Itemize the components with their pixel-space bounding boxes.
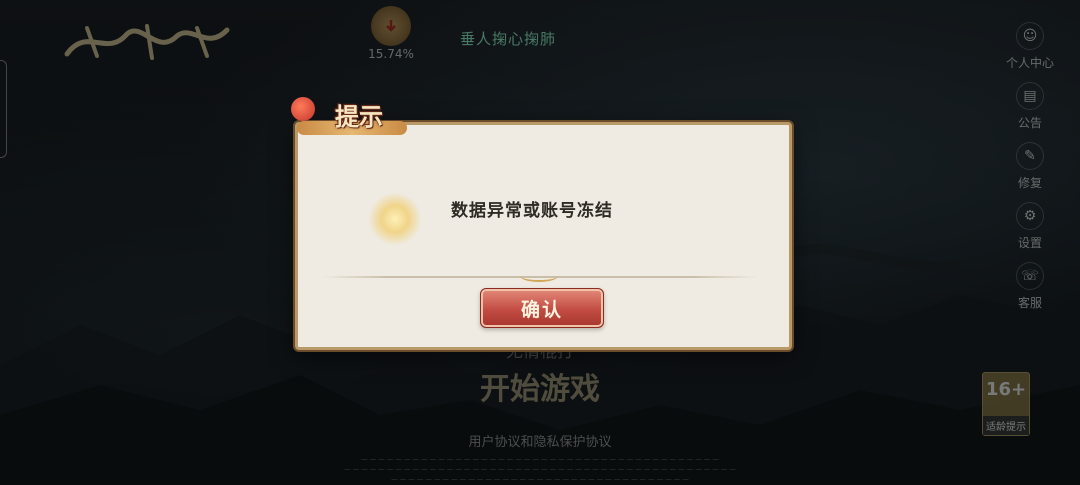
dialog-title-banner: 提示 (291, 95, 409, 141)
red-moon-icon (291, 97, 315, 121)
divider-ornament-icon (520, 270, 558, 282)
dialog-message: 数据异常或账号冻结 (451, 201, 613, 221)
dialog-title: 提示 (335, 102, 383, 131)
sparkle-icon (368, 192, 422, 246)
confirm-button[interactable]: 确认 (480, 288, 604, 328)
